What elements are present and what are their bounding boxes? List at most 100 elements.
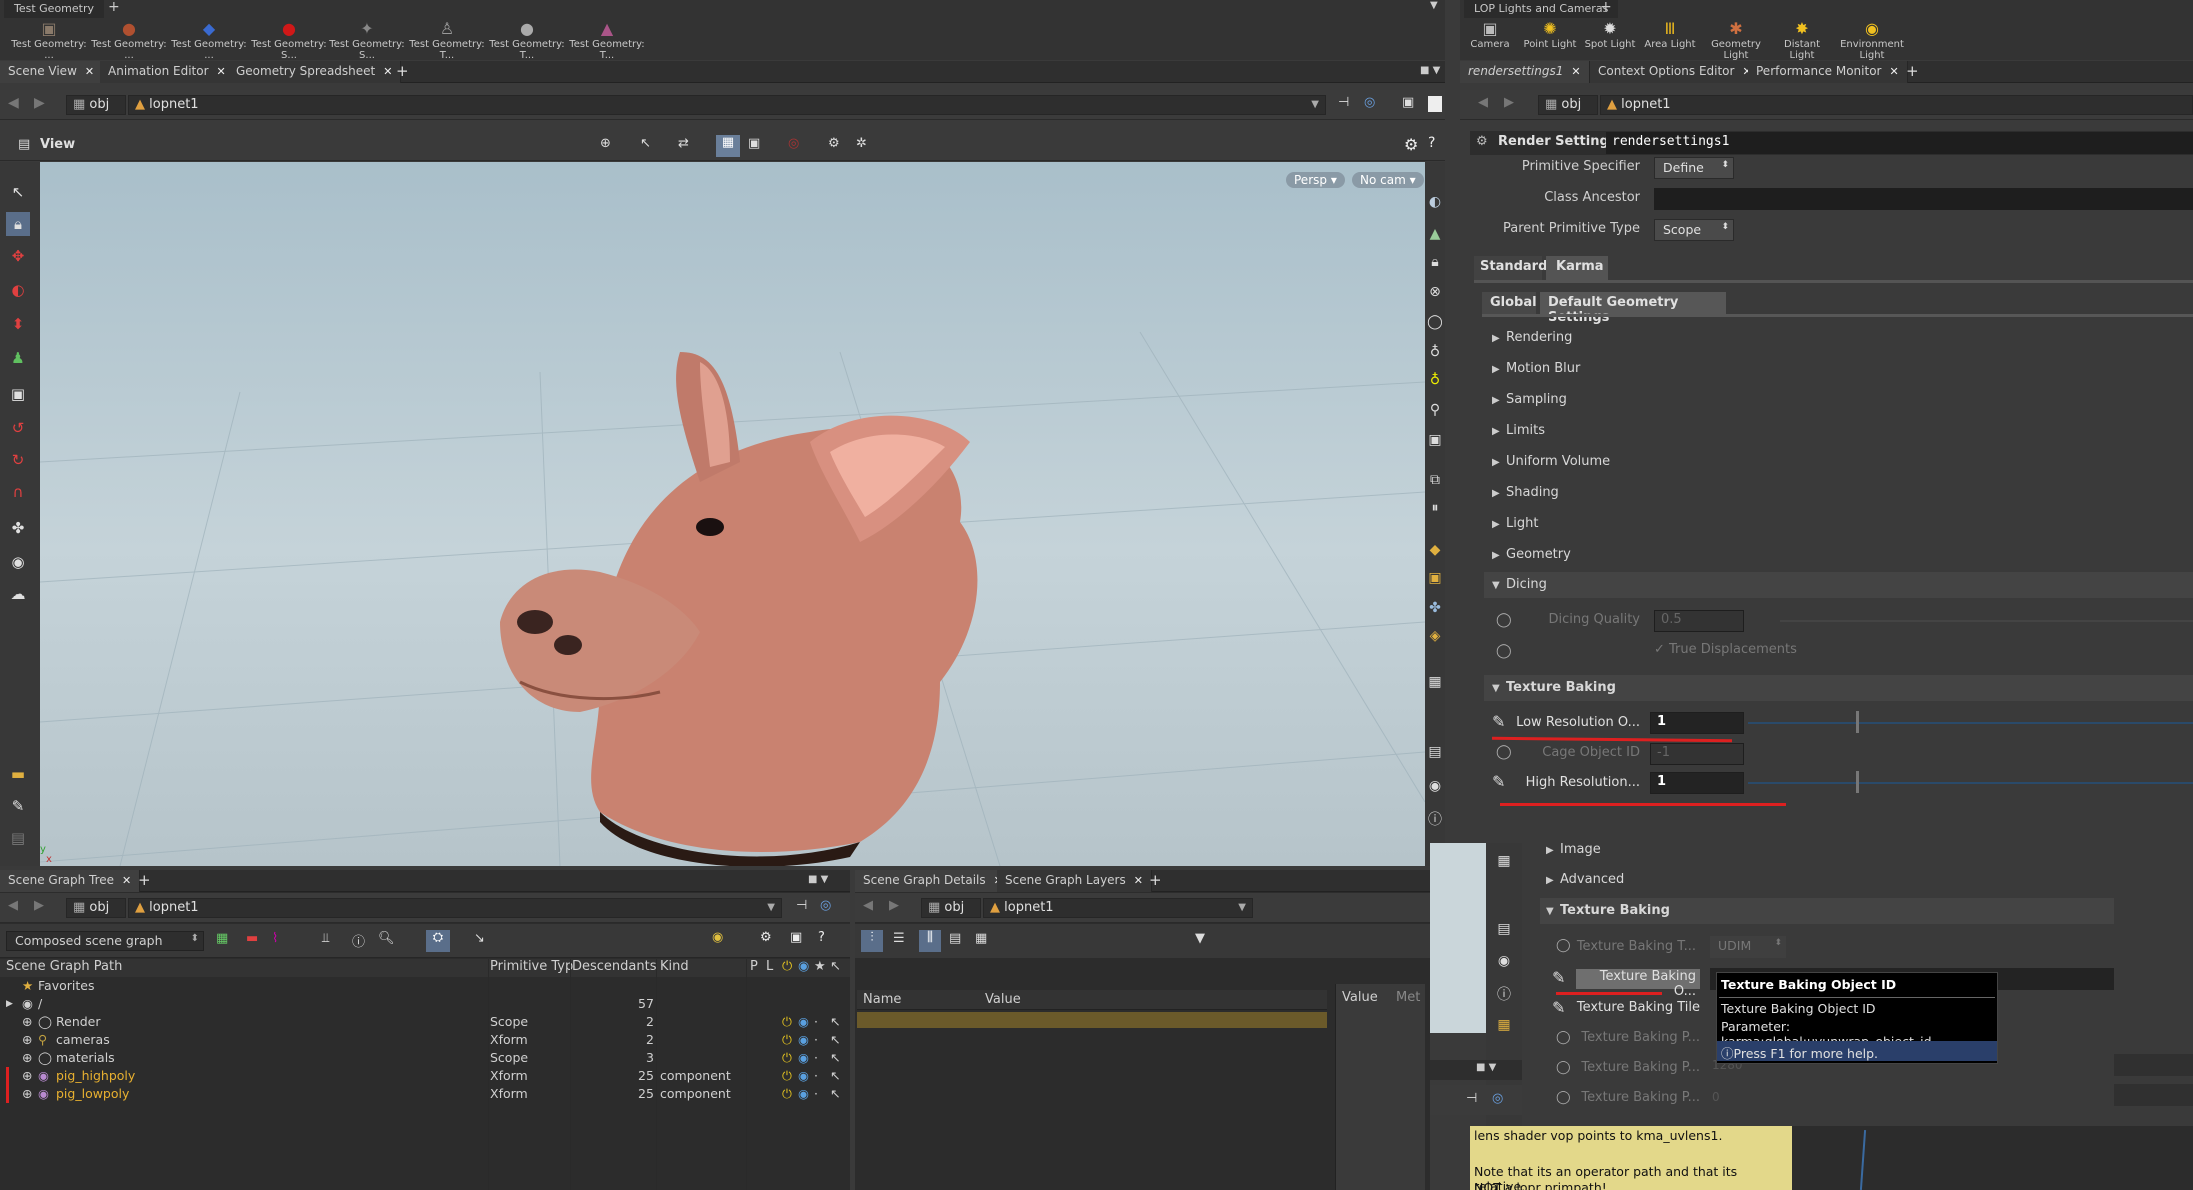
shelf-tool-area-light[interactable]: Ⅲ Area Light: [1640, 18, 1700, 60]
class-ancestor-field[interactable]: [1654, 188, 2193, 210]
expand-icon[interactable]: ⊕: [22, 1049, 32, 1067]
shelf-tool-crag[interactable]: ● Test Geometry: ...: [90, 18, 168, 62]
grid-display-icon[interactable]: ▦: [1492, 1013, 1516, 1037]
dicing-quality-field[interactable]: 0.5: [1654, 610, 1744, 632]
override-toggle[interactable]: ◯: [1556, 938, 1571, 953]
camera-tool-icon[interactable]: ⊕: [600, 136, 611, 151]
path-obj-button[interactable]: ▦ obj: [66, 898, 126, 918]
close-icon[interactable]: ✕: [122, 874, 131, 887]
tab-scene-view[interactable]: Scene View ✕: [0, 61, 104, 83]
flipbook-icon[interactable]: ▦: [1492, 849, 1516, 873]
rows-view-icon[interactable]: ▤: [949, 931, 961, 946]
back-arrow-icon[interactable]: ◀: [1478, 95, 1488, 110]
cursor-icon[interactable]: ↘: [474, 931, 485, 946]
parent-type-select[interactable]: Scope ⬍: [1654, 219, 1734, 241]
tree-root[interactable]: ▶ ◉ / 57: [0, 995, 850, 1013]
path-obj-button[interactable]: ▦ obj: [921, 898, 981, 918]
ruler-icon[interactable]: ▬: [6, 762, 30, 786]
gear-icon[interactable]: ⚙: [1404, 135, 1418, 154]
link-icon[interactable]: ◎: [1492, 1091, 1503, 1106]
expand-icon[interactable]: ⊕: [22, 1013, 32, 1031]
tab-karma[interactable]: Karma: [1546, 256, 1608, 280]
search-icon[interactable]: 🔍︎: [378, 931, 395, 946]
close-icon[interactable]: ✕: [85, 65, 94, 78]
scale-icon[interactable]: ⬍: [6, 312, 30, 336]
primitive-specifier-select[interactable]: Define ⬍: [1654, 157, 1734, 179]
table-view-icon[interactable]: ▦: [975, 931, 987, 946]
shelf-tool-pighead[interactable]: ▲ Test Geometry: T...: [568, 18, 646, 62]
shelf-tool-point-light[interactable]: ✺ Point Light: [1520, 18, 1580, 60]
low-res-field[interactable]: 1: [1650, 712, 1744, 734]
lock-icon[interactable]: 🔒︎: [6, 212, 30, 236]
textures-icon[interactable]: ▣: [1423, 428, 1447, 452]
expand-icon[interactable]: ⊕: [22, 1085, 32, 1103]
shelf-tool-distant-light[interactable]: ✸ Distant Light: [1772, 18, 1832, 62]
col-name[interactable]: Name: [863, 992, 901, 1007]
persp-menu[interactable]: Persp ▾: [1286, 172, 1345, 188]
true-displacements-checkbox[interactable]: ✓ True Displacements: [1654, 642, 1797, 657]
add-tab-icon[interactable]: +: [396, 62, 409, 80]
col-kind[interactable]: Kind: [660, 959, 689, 974]
close-icon[interactable]: ✕: [383, 65, 392, 78]
edit-pencil-icon[interactable]: ✎: [1552, 998, 1565, 1017]
chevron-down-icon[interactable]: ▼: [767, 902, 775, 913]
close-icon[interactable]: ✕: [1571, 65, 1580, 78]
dolly-icon[interactable]: ↻: [6, 448, 30, 472]
render-icon[interactable]: ⚙: [828, 136, 840, 151]
overlay-folder-advanced[interactable]: ▶ Advanced: [1546, 872, 1624, 887]
add-shelf-tab-icon[interactable]: +: [1600, 0, 1612, 15]
screenshot-icon[interactable]: ◉: [1423, 774, 1447, 798]
pose-icon[interactable]: ♟: [6, 346, 30, 370]
overlay-folder-texture-baking[interactable]: ▼ Texture Baking: [1546, 903, 1670, 918]
shelf-tool-templatehead[interactable]: ● Test Geometry: T...: [488, 18, 566, 62]
high-res-slider[interactable]: [1748, 782, 2193, 784]
tree-favorites[interactable]: ★ Favorites: [0, 977, 850, 995]
add-tab-icon[interactable]: +: [1906, 62, 1919, 80]
tab-scene-graph-tree[interactable]: Scene Graph Tree ✕: [0, 870, 141, 892]
table-row[interactable]: ⊕ ◉ pig_lowpoly Xform 25 component ⏻ ◉ · ↖: [0, 1085, 850, 1103]
tab-geometry-spreadsheet[interactable]: Geometry Spreadsheet ✕: [228, 61, 402, 83]
grid-icon[interactable]: ◉: [6, 550, 30, 574]
path-node-button[interactable]: ▲ lopnet1: [1600, 95, 2193, 115]
expand-icon[interactable]: ⊕: [22, 1031, 32, 1049]
cloud-icon[interactable]: ☁: [6, 582, 30, 606]
add-shelf-tab-icon[interactable]: +: [108, 0, 120, 15]
shelf-tool-tommy[interactable]: ♙ Test Geometry: T...: [408, 18, 486, 62]
render-preview-icon[interactable]: ▤: [1423, 740, 1447, 764]
shelf-menu-icon[interactable]: ▼: [1430, 0, 1438, 11]
folder-shading[interactable]: ▶ Shading: [1492, 485, 1559, 500]
snapshot-icon[interactable]: ▣: [748, 136, 760, 151]
pane-menu-icon[interactable]: ■ ▼: [808, 874, 828, 885]
edit-pencil-icon[interactable]: ✎: [1492, 712, 1505, 731]
handle-tool-icon[interactable]: ⇄: [678, 136, 689, 151]
table-row[interactable]: ⊕ ◯ materials Scope 3 ⏻ ◉ · ↖: [0, 1049, 850, 1067]
tab-context-options[interactable]: Context Options Editor✕: [1590, 61, 1761, 83]
cube-view-icon[interactable]: ▣: [1402, 95, 1414, 110]
network-display-icon[interactable]: ✤: [1423, 596, 1447, 620]
record-icon[interactable]: ◎: [788, 136, 799, 151]
chevron-down-icon[interactable]: ▼: [1311, 99, 1319, 110]
pin-icon[interactable]: ⊣: [1338, 95, 1349, 110]
white-square-icon[interactable]: [1428, 96, 1442, 112]
pane-menu-icon[interactable]: ■ ▼: [1476, 1062, 1496, 1073]
node-name-field[interactable]: rendersettings1: [1606, 132, 2193, 154]
path-node-button[interactable]: ▲ lopnet1 ▼: [983, 898, 1253, 918]
help-icon[interactable]: ?: [1428, 135, 1435, 151]
folder-uniform-volume[interactable]: ▶ Uniform Volume: [1492, 454, 1610, 469]
edit-pencil-icon[interactable]: ✎: [1492, 772, 1505, 791]
close-icon[interactable]: ✕: [217, 65, 226, 78]
folder-dicing[interactable]: ▼ Dicing: [1492, 577, 1547, 592]
tab-scene-graph-details[interactable]: Scene Graph Details✕: [855, 870, 1012, 892]
link-icon[interactable]: ◎: [1364, 95, 1375, 110]
shading-icon[interactable]: ◯: [1423, 310, 1447, 334]
display-options-icon[interactable]: ▦: [716, 135, 740, 157]
col-value-side[interactable]: Value: [1342, 990, 1378, 1005]
gear-icon[interactable]: ⚙: [760, 930, 772, 945]
shelf-tab-lop-lights[interactable]: LOP Lights and Cameras: [1464, 0, 1619, 18]
subtab-global[interactable]: Global: [1482, 292, 1537, 314]
render-region-icon[interactable]: ✲: [856, 136, 867, 151]
collapse-icon[interactable]: ▦: [216, 931, 228, 946]
table-row[interactable]: ⊕ ◉ pig_highpoly Xform 25 component ⏻ ◉ · ↖: [0, 1067, 850, 1085]
override-toggle[interactable]: ◯: [1496, 643, 1512, 659]
display-icon[interactable]: ◐: [1423, 190, 1447, 214]
